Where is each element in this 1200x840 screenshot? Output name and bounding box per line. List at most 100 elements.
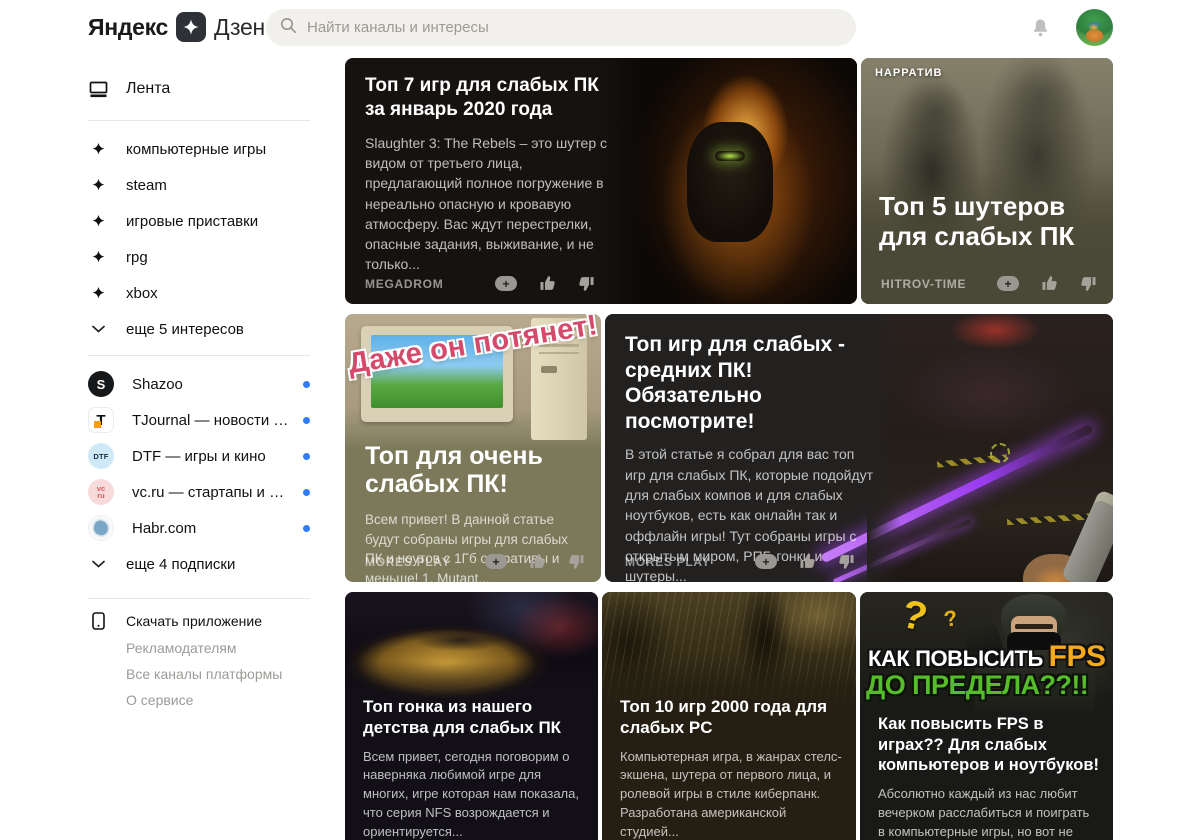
question-mark-overlay: ? xyxy=(941,605,960,632)
sidebar-more-subscriptions[interactable]: еще 4 подписки xyxy=(88,546,310,582)
feed-card-childhood-racing[interactable]: Топ гонка из нашего детства для слабых П… xyxy=(345,592,598,840)
card-image-cs-soldier: ? ? КАК ПОВЫСИТЬ FPS ДО ПРЕДЕЛА??!! xyxy=(860,592,1113,710)
user-avatar[interactable] xyxy=(1076,9,1113,46)
feed-card-top7-games[interactable]: Топ 7 игр для слабых ПК за январь 2020 г… xyxy=(345,58,857,304)
tjournal-channel-icon: T xyxy=(88,407,114,433)
download-app-label: Скачать приложение xyxy=(126,613,263,629)
feed-card-very-weak-pc[interactable]: Даже он потянет! Топ для очень слабых ПК… xyxy=(345,314,601,582)
feed-icon xyxy=(88,80,108,99)
sidebar-link-about[interactable]: О сервисе xyxy=(88,687,310,713)
yandex-zen-logo[interactable]: Яндекс Дзен xyxy=(88,12,265,42)
chevron-down-icon xyxy=(88,325,108,333)
sparkle-icon xyxy=(88,214,108,229)
sidebar-download-app[interactable]: Скачать приложение xyxy=(88,607,310,635)
interest-label: steam xyxy=(126,176,167,194)
dislike-button[interactable] xyxy=(1080,275,1097,292)
feed-card-top10-2000[interactable]: Топ 10 игр 2000 года для слабых PC Компь… xyxy=(602,592,856,840)
card-title: Топ 7 игр для слабых ПК за январь 2020 г… xyxy=(365,75,599,121)
card-description: Компьютерная игра, в жанрах стелс-экшена… xyxy=(620,748,842,839)
logo-yandex-text: Яндекс xyxy=(88,13,169,40)
card-title: Топ 5 шутеров для слабых ПК xyxy=(879,191,1075,252)
feed-card-top5-shooters[interactable]: НАРРАТИВ Топ 5 шутеров для слабых ПК HIT… xyxy=(861,58,1113,304)
sidebar-interest-xbox[interactable]: xbox xyxy=(88,275,310,311)
shazoo-channel-icon: S xyxy=(88,371,114,397)
sidebar-interest-computer-games[interactable]: компьютерные игры xyxy=(88,131,310,167)
question-mark-overlay: ? xyxy=(897,592,932,641)
like-button[interactable] xyxy=(1041,275,1058,292)
subscription-label: DTF — игры и кино xyxy=(132,447,266,465)
logo-zen-text: Дзен xyxy=(214,13,265,40)
search-input[interactable] xyxy=(307,19,842,36)
interest-label: rpg xyxy=(126,248,148,266)
phone-icon xyxy=(88,612,108,630)
more-interests-label: еще 5 интересов xyxy=(126,320,244,338)
sidebar-divider xyxy=(88,598,310,599)
sidebar-subscription-habr[interactable]: Habr.com xyxy=(88,510,310,546)
unread-dot xyxy=(303,524,310,532)
feed-card-raise-fps[interactable]: ? ? КАК ПОВЫСИТЬ FPS ДО ПРЕДЕЛА??!! Как … xyxy=(860,592,1113,840)
vcru-channel-icon: vc ru xyxy=(88,479,114,505)
card-title: Как повысить FPS в играх?? Для слабых ко… xyxy=(878,715,1099,775)
like-button[interactable] xyxy=(529,553,546,570)
like-button[interactable] xyxy=(539,275,556,292)
subscribe-button[interactable]: + xyxy=(495,276,517,291)
dtf-channel-icon: DTF xyxy=(88,443,114,469)
chevron-down-icon xyxy=(88,560,108,568)
subscribe-button[interactable]: + xyxy=(485,554,507,569)
sidebar-subscription-dtf[interactable]: DTF DTF — игры и кино xyxy=(88,438,310,474)
sidebar-link-advertisers[interactable]: Рекламодателям xyxy=(88,635,310,661)
subscribe-button[interactable]: + xyxy=(997,276,1019,291)
sidebar-divider xyxy=(88,355,310,356)
card-title: Топ игр для слабых - средних ПК! Обязате… xyxy=(625,333,846,433)
narrative-badge: НАРРАТИВ xyxy=(875,67,943,79)
card-image-tomb-raider xyxy=(602,592,856,708)
subscription-label: TJournal — новости инте... xyxy=(132,411,292,429)
subscription-label: Habr.com xyxy=(132,519,197,537)
sidebar: Лента компьютерные игры steam игровые пр… xyxy=(88,56,310,713)
card-description: Абсолютно каждый из нас любит вечерком р… xyxy=(878,785,1090,839)
dislike-button[interactable] xyxy=(578,275,595,292)
sidebar-feed-label: Лента xyxy=(126,80,171,97)
interest-label: xbox xyxy=(126,284,158,302)
search-icon xyxy=(280,17,297,39)
sidebar-subscription-tjournal[interactable]: T TJournal — новости инте... xyxy=(88,402,310,438)
sidebar-more-interests[interactable]: еще 5 интересов xyxy=(88,311,310,347)
sidebar-subscription-vcru[interactable]: vcru vc.ru — стартапы и бизнес xyxy=(88,474,310,510)
image-overlay-text-line1: КАК ПОВЫСИТЬ FPS xyxy=(868,640,1106,673)
sparkle-icon xyxy=(88,178,108,193)
interest-label: компьютерные игры xyxy=(126,140,267,158)
sidebar-link-all-channels[interactable]: Все каналы платформы xyxy=(88,661,310,687)
sparkle-icon xyxy=(88,286,108,301)
feed-card-weak-medium-pc[interactable]: Топ игр для слабых - средних ПК! Обязате… xyxy=(605,314,1113,582)
sidebar-item-feed[interactable]: Лента xyxy=(88,74,310,104)
feed: Топ 7 игр для слабых ПК за январь 2020 г… xyxy=(345,58,1113,840)
channel-name[interactable]: MORES PLAY xyxy=(365,555,450,569)
notifications-bell-icon[interactable] xyxy=(1031,18,1050,43)
sidebar-interest-rpg[interactable]: rpg xyxy=(88,239,310,275)
dislike-button[interactable] xyxy=(568,553,585,570)
sparkle-icon xyxy=(88,250,108,265)
interest-label: игровые приставки xyxy=(126,212,259,230)
channel-name[interactable]: MEGADROM xyxy=(365,277,443,291)
subscription-label: Shazoo xyxy=(132,375,183,393)
subscription-label: vc.ru — стартапы и бизнес xyxy=(132,483,292,501)
sparkle-icon xyxy=(88,142,108,157)
card-title: Топ для очень слабых ПК! xyxy=(365,442,543,498)
card-description: Slaughter 3: The Rebels – это шутер с ви… xyxy=(365,134,608,273)
card-image-fps-game xyxy=(820,314,1113,582)
card-image-soldiers xyxy=(861,58,1113,304)
sidebar-divider xyxy=(88,120,310,121)
card-description: Всем привет! В данной статье будут собра… xyxy=(365,512,568,582)
dislike-button[interactable] xyxy=(838,553,855,570)
sidebar-subscription-shazoo[interactable]: S Shazoo xyxy=(88,366,310,402)
card-description: Всем привет, сегодня поговорим о наверня… xyxy=(363,748,579,839)
card-title: Топ 10 игр 2000 года для слабых PC xyxy=(620,697,827,738)
channel-name[interactable]: MORES PLAY xyxy=(625,555,710,569)
sidebar-interest-consoles[interactable]: игровые приставки xyxy=(88,203,310,239)
like-button[interactable] xyxy=(799,553,816,570)
sidebar-interest-steam[interactable]: steam xyxy=(88,167,310,203)
search-bar[interactable] xyxy=(266,9,856,46)
channel-name[interactable]: HITROV-TIME xyxy=(881,277,966,291)
unread-dot xyxy=(303,488,310,496)
subscribe-button[interactable]: + xyxy=(755,554,777,569)
